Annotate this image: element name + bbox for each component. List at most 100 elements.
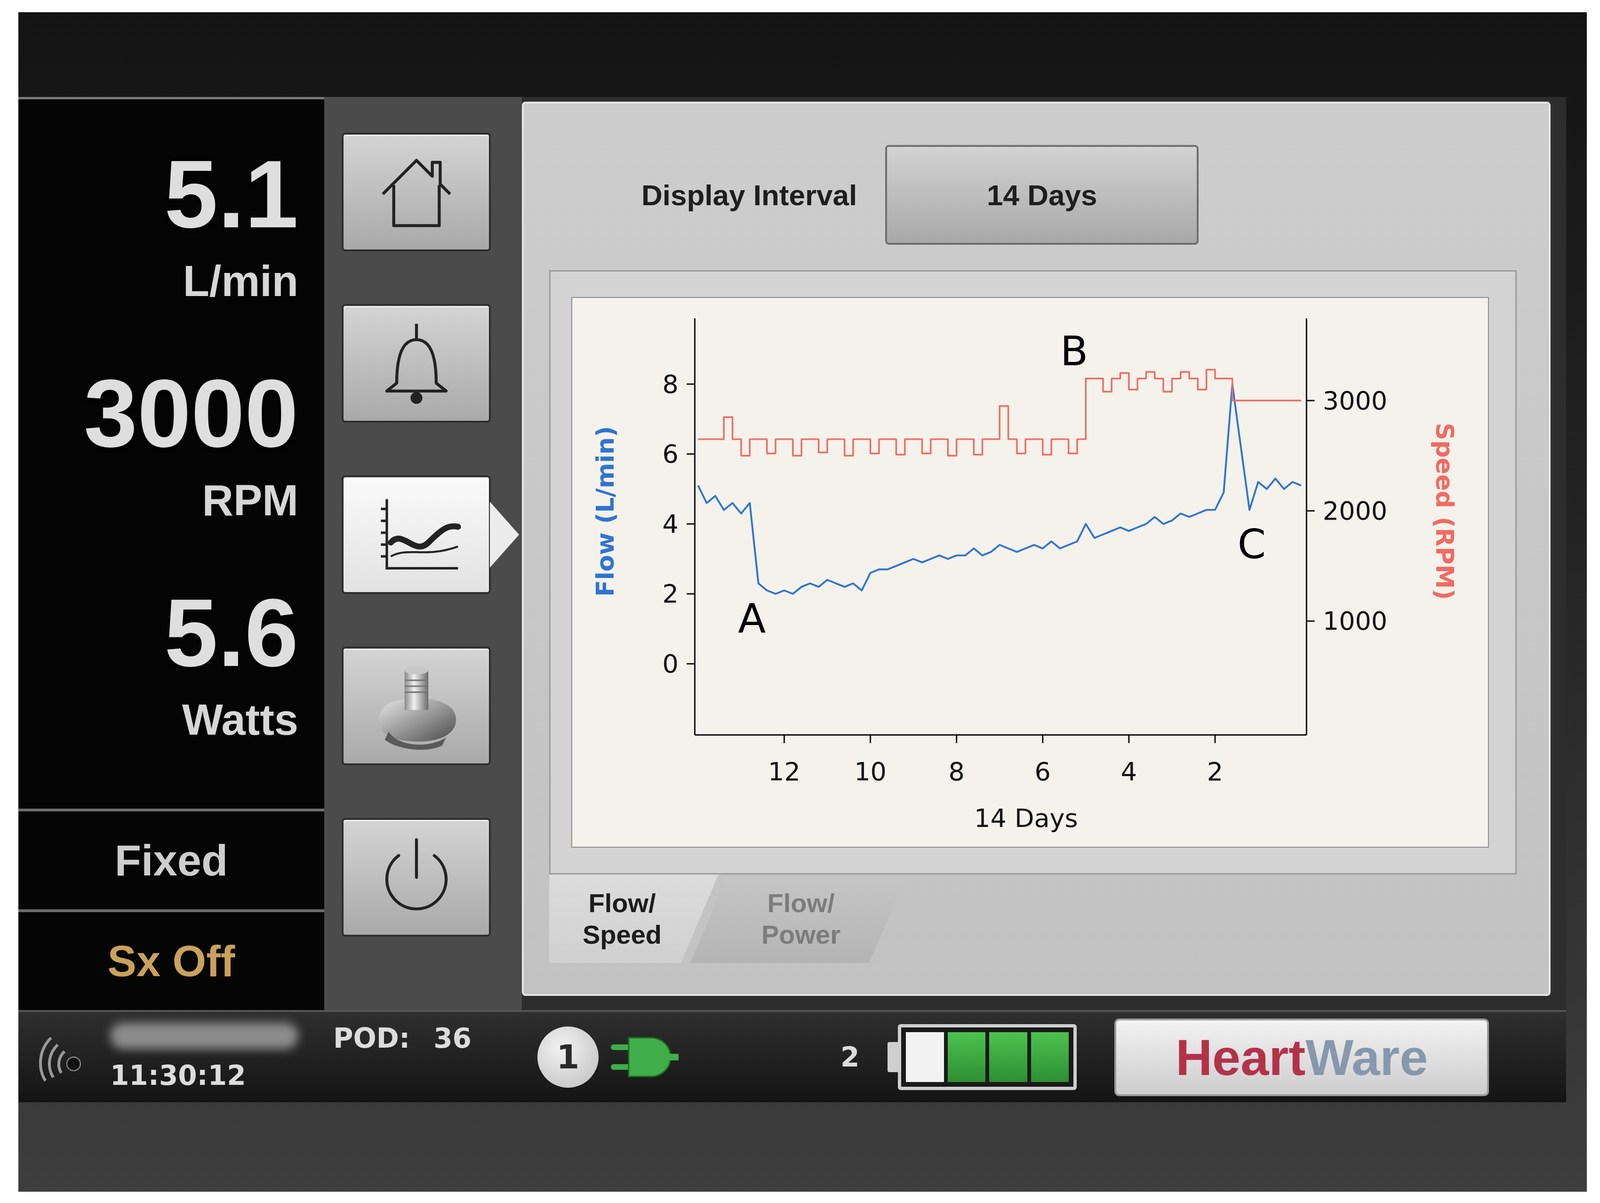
tab-line: Flow/ [767, 887, 835, 919]
pod-group: POD: 36 [333, 1022, 472, 1055]
svg-text:6: 6 [1034, 756, 1051, 787]
x-axis-label: 14 Days [974, 803, 1079, 833]
logo-first: Heart [1175, 1027, 1306, 1087]
content-area: Display Interval 14 Days 0 2 4 6 8 1000 2000 3000… [521, 96, 1567, 1010]
pod-value: 36 [433, 1022, 472, 1055]
home-icon [367, 142, 466, 242]
trends-panel: Display Interval 14 Days 0 2 4 6 8 1000 2000 3000… [521, 101, 1551, 996]
chart-box: 0 2 4 6 8 1000 2000 3000 12 10 8 6 4 2 14 Days Flow (L/… [571, 296, 1489, 848]
left-tick: 6 [662, 439, 696, 469]
heartware-logo: HeartWare [1114, 1018, 1489, 1096]
battery-gauge [887, 1024, 1077, 1090]
main-area: 5.1L/min3000RPM5.6WattsFixedSx OffDispla… [18, 96, 1567, 1010]
right-tick: 2000 [1306, 496, 1388, 526]
trends-button[interactable] [341, 475, 491, 594]
x-tick: 12 [768, 734, 801, 786]
mode-row: Fixed [18, 808, 325, 910]
tab-line: Power [761, 918, 841, 951]
x-tick: 2 [1207, 734, 1224, 786]
left-tick: 8 [662, 369, 696, 400]
readings-panel: 5.1L/min 3000RPM 5.6Watts FixedSx Off [18, 96, 325, 1010]
svg-text:4: 4 [662, 509, 679, 539]
bell-icon [367, 313, 466, 413]
chart-annotation: B [1060, 327, 1088, 375]
logo-second: Ware [1305, 1027, 1428, 1087]
svg-text:8: 8 [662, 369, 679, 400]
battery-segment [1031, 1032, 1070, 1082]
suction-row: Sx Off [18, 909, 325, 1010]
reading-unit: Watts [182, 691, 299, 748]
pod-label: POD: [333, 1022, 410, 1055]
svg-text:3000: 3000 [1322, 385, 1388, 416]
obscured-name [110, 1022, 299, 1049]
power-icon [367, 827, 466, 927]
battery-segment [947, 1032, 986, 1082]
status-bar: 11:30:12 POD: 36 1 2 HeartWare [18, 1009, 1567, 1103]
svg-text:10: 10 [854, 756, 887, 787]
left-tick: 2 [662, 578, 696, 609]
x-tick: 4 [1120, 734, 1137, 786]
power-source: 1 [537, 1026, 681, 1088]
svg-text:8: 8 [948, 756, 965, 787]
speed-series-line [697, 369, 1302, 456]
nav-column [324, 96, 522, 1010]
svg-text:12: 12 [768, 756, 801, 787]
interval-button[interactable]: 14 Days [885, 144, 1199, 245]
right-tick: 3000 [1306, 385, 1388, 416]
readings-list: 5.1L/min 3000RPM 5.6Watts [18, 99, 325, 809]
reading: 5.6Watts [164, 573, 299, 748]
left-tick: 0 [662, 648, 696, 679]
reading: 5.1L/min [164, 135, 299, 310]
chart-annotation: C [1237, 520, 1266, 568]
reading-value: 5.1 [164, 135, 299, 253]
battery-group: 2 [840, 1024, 1077, 1090]
power-port-badge: 1 [537, 1026, 599, 1088]
x-tick: 8 [948, 734, 965, 786]
svg-text:1000: 1000 [1322, 606, 1388, 636]
right-axis [1305, 318, 1308, 735]
svg-text:2: 2 [1207, 756, 1224, 787]
battery-segment [905, 1032, 944, 1082]
device-photo: 5.1L/min3000RPM5.6WattsFixedSx OffDispla… [0, 0, 1600, 1203]
svg-text:2000: 2000 [1322, 496, 1388, 526]
flow-speed-chart: 0 2 4 6 8 1000 2000 3000 12 10 8 6 4 2 14 Days Flow (L/… [572, 297, 1488, 847]
reading-unit: RPM [202, 472, 299, 529]
alarms-button[interactable] [341, 304, 491, 423]
interval-row: Display Interval 14 Days [549, 144, 1530, 245]
battery-terminal [887, 1041, 898, 1072]
power-button[interactable] [341, 817, 491, 937]
chart-tab[interactable]: Flow/Power [690, 874, 907, 963]
reading: 3000RPM [83, 354, 299, 529]
pump-icon [367, 656, 466, 756]
interval-label: Display Interval [641, 178, 857, 212]
chart-tab[interactable]: Flow/Speed [549, 874, 719, 963]
svg-text:4: 4 [1120, 756, 1137, 787]
left-tick: 4 [662, 509, 696, 539]
x-tick: 6 [1034, 734, 1051, 786]
right-axis-label: Speed (RPM) [1430, 422, 1459, 600]
monitor-bezel: 5.1L/min3000RPM5.6WattsFixedSx OffDispla… [18, 12, 1587, 1192]
svg-text:6: 6 [662, 439, 679, 469]
left-axis-label: Flow (L/min) [591, 425, 620, 597]
svg-text:0: 0 [662, 648, 679, 679]
reading-value: 3000 [83, 354, 299, 472]
home-button[interactable] [341, 132, 491, 252]
clock: 11:30:12 [110, 1059, 313, 1092]
x-tick: 10 [854, 734, 887, 786]
right-tick: 1000 [1306, 606, 1388, 636]
battery-port: 2 [840, 1040, 860, 1073]
reading-unit: L/min [183, 252, 299, 310]
tab-line: Speed [582, 918, 662, 951]
monitor-screen: 5.1L/min3000RPM5.6WattsFixedSx OffDispla… [18, 96, 1567, 1103]
svg-text:2: 2 [662, 578, 679, 609]
battery-body [897, 1024, 1077, 1090]
name-block: 11:30:12 [110, 1022, 313, 1092]
trend-chart-icon [367, 485, 466, 584]
chart-tabs: Flow/SpeedFlow/Power [549, 874, 1530, 963]
pump-button[interactable] [341, 646, 491, 766]
chart-annotation: A [737, 594, 766, 642]
chart-frame: 0 2 4 6 8 1000 2000 3000 12 10 8 6 4 2 14 Days Flow (L/… [549, 270, 1517, 875]
tab-line: Flow/ [588, 887, 656, 919]
reading-value: 5.6 [164, 573, 299, 692]
battery-segment [989, 1032, 1028, 1082]
